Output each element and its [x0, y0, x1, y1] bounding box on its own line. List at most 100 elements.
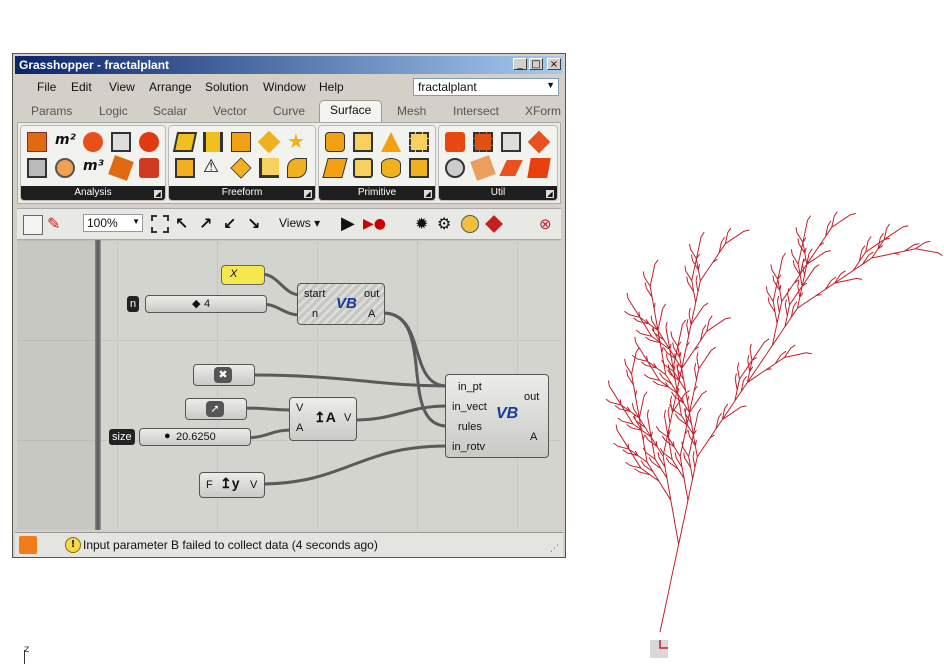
- title-bar[interactable]: Grasshopper - fractalplant _ □ ×: [15, 56, 563, 74]
- output-v: V: [250, 479, 258, 491]
- definition-canvas[interactable]: X n ◆ 4 start n out A VB ✖ ➚ size ● 20.6…: [17, 240, 561, 530]
- rail-revolution-icon[interactable]: [259, 158, 279, 178]
- cap-holes-icon[interactable]: [473, 132, 493, 152]
- pipe-icon[interactable]: [257, 130, 281, 154]
- tab-xform[interactable]: XForm: [525, 104, 561, 118]
- domain-box-icon[interactable]: [409, 158, 429, 178]
- edges-icon[interactable]: [501, 132, 521, 152]
- play-icon[interactable]: ▶: [341, 215, 359, 233]
- slider-handle-icon[interactable]: ◆: [192, 297, 200, 310]
- menu-window[interactable]: Window: [263, 80, 306, 94]
- boundary-surface-icon[interactable]: [172, 132, 198, 152]
- expand-panel-icon[interactable]: ◢: [154, 190, 162, 198]
- brep-join-icon[interactable]: [445, 132, 465, 152]
- box-primitive-icon[interactable]: [325, 132, 345, 152]
- explode-icon[interactable]: [527, 130, 551, 154]
- panel-freeform: ★ ⚠ Freeform ◢: [168, 125, 316, 201]
- arrow-up-left-icon[interactable]: ↖: [175, 215, 193, 233]
- tab-curve[interactable]: Curve: [273, 104, 305, 118]
- is-planar-icon[interactable]: [445, 158, 465, 178]
- resize-grip-icon[interactable]: ⋰: [550, 544, 559, 554]
- input-rules: rules: [458, 421, 482, 433]
- loft-icon[interactable]: [203, 132, 223, 152]
- gem-icon[interactable]: [485, 215, 503, 233]
- component-tabs: Params Logic Scalar Vector Curve Surface…: [15, 100, 563, 125]
- bake-icon[interactable]: ✹: [415, 215, 433, 233]
- expand-panel-icon[interactable]: ◢: [424, 190, 432, 198]
- box-2pt-icon[interactable]: [353, 132, 373, 152]
- tab-params[interactable]: Params: [31, 104, 72, 118]
- bounding-box-icon[interactable]: [27, 158, 47, 178]
- tab-intersect[interactable]: Intersect: [453, 104, 499, 118]
- document-selector[interactable]: fractalplant ▼: [413, 78, 559, 96]
- arrow-up-right-icon[interactable]: ↗: [199, 215, 217, 233]
- arrow-down-right-icon[interactable]: ↘: [247, 215, 265, 233]
- output-v: V: [344, 412, 352, 424]
- egg-icon[interactable]: [461, 215, 479, 233]
- document-icon[interactable]: [23, 215, 43, 235]
- cylinder-icon[interactable]: [381, 158, 401, 178]
- menu-arrange[interactable]: Arrange: [149, 80, 192, 94]
- tab-scalar[interactable]: Scalar: [153, 104, 187, 118]
- area-icon[interactable]: m²: [55, 132, 76, 152]
- vb-script-component-1[interactable]: start n out A VB: [297, 283, 385, 325]
- direction-parameter[interactable]: ➚: [185, 398, 247, 420]
- paint-brush-icon[interactable]: ✎: [47, 215, 65, 233]
- menu-view[interactable]: View: [109, 80, 135, 94]
- unload-icon[interactable]: ⊗: [539, 215, 557, 233]
- function-component[interactable]: F ↥y V: [199, 472, 265, 498]
- tab-vector[interactable]: Vector: [213, 104, 247, 118]
- flip-icon[interactable]: [499, 160, 523, 176]
- amplitude-component[interactable]: V A ↥A V: [289, 397, 357, 441]
- box-area-icon[interactable]: [27, 132, 47, 152]
- tab-logic[interactable]: Logic: [99, 104, 128, 118]
- maximize-button[interactable]: □: [529, 58, 543, 70]
- plane-surface-icon[interactable]: [322, 158, 348, 178]
- menu-help[interactable]: Help: [319, 80, 344, 94]
- volume-icon[interactable]: [139, 132, 159, 152]
- size-slider[interactable]: ● 20.6250: [139, 428, 251, 446]
- bounding-box-primitive-icon[interactable]: [409, 132, 429, 152]
- gear-icon[interactable]: ⚙: [437, 215, 455, 233]
- network-surface-icon[interactable]: [231, 132, 251, 152]
- extrude-point-icon[interactable]: ⚠: [203, 158, 223, 178]
- close-button[interactable]: ×: [547, 58, 561, 70]
- record-icon[interactable]: ▶●: [363, 215, 386, 233]
- window-title: Grasshopper - fractalplant: [19, 58, 170, 72]
- revolution-icon[interactable]: [287, 158, 307, 178]
- slider-handle-icon[interactable]: ●: [164, 430, 171, 442]
- n-slider[interactable]: ◆ 4: [145, 295, 267, 313]
- cone-icon[interactable]: [381, 132, 401, 152]
- box-rectangle-icon[interactable]: [353, 158, 373, 178]
- vector-parameter[interactable]: ✖: [193, 364, 255, 386]
- vb-script-component-2[interactable]: in_pt in_vect rules in_rotv out A VB: [445, 374, 549, 458]
- tab-mesh[interactable]: Mesh: [397, 104, 426, 118]
- rss-feed-icon[interactable]: [19, 536, 37, 554]
- evaluate-surface-icon[interactable]: [108, 155, 134, 181]
- expand-panel-icon[interactable]: ◢: [546, 190, 554, 198]
- menu-solution[interactable]: Solution: [205, 80, 248, 94]
- star-sweep-icon[interactable]: ★: [287, 131, 307, 152]
- divide-surface-icon[interactable]: [527, 158, 551, 178]
- dimensions-icon[interactable]: [55, 158, 75, 178]
- menu-edit[interactable]: Edit: [71, 80, 92, 94]
- zoom-selector[interactable]: 100% ▼: [83, 214, 143, 232]
- slider-value: 4: [204, 298, 211, 310]
- curvature-icon[interactable]: [139, 158, 159, 178]
- extrude-icon[interactable]: [175, 158, 195, 178]
- string-parameter[interactable]: X: [221, 265, 265, 285]
- arrow-down-left-icon[interactable]: ↙: [223, 215, 241, 233]
- sweep-icon[interactable]: [230, 157, 252, 179]
- zoom-extents-icon[interactable]: [151, 215, 169, 233]
- area-moments-icon[interactable]: [83, 132, 103, 152]
- expand-panel-icon[interactable]: ◢: [304, 190, 312, 198]
- minimize-button[interactable]: _: [513, 58, 527, 70]
- chevron-down-icon: ▼: [132, 217, 140, 226]
- close-icon: ✖: [214, 367, 232, 383]
- menu-file[interactable]: File: [37, 80, 56, 94]
- input-in-pt: in_pt: [458, 381, 482, 393]
- box-icon[interactable]: [111, 132, 131, 152]
- views-menu[interactable]: Views ▾: [279, 216, 320, 230]
- offset-surface-icon[interactable]: [470, 155, 496, 181]
- volume-m3-icon[interactable]: m³: [83, 158, 104, 178]
